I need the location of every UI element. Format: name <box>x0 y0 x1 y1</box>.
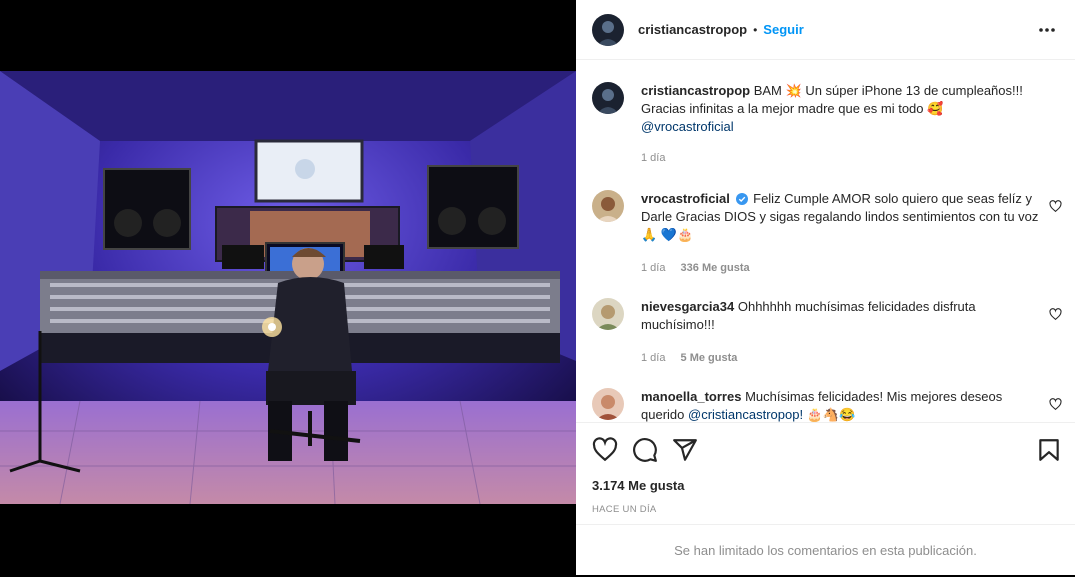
author-username[interactable]: cristiancastropop <box>638 22 747 37</box>
comment-mention[interactable]: @cristiancastropop! <box>688 407 803 422</box>
like-comment-icon[interactable] <box>1049 398 1062 411</box>
comment-emoji: 🙏 💙🎂 <box>641 227 694 242</box>
like-icon[interactable] <box>592 437 618 463</box>
caption-age: 1 día <box>641 152 666 164</box>
post-timestamp: HACE UN DÍA <box>592 504 657 515</box>
comment-icon[interactable] <box>632 437 658 463</box>
caption-meta: 1 día <box>641 152 677 164</box>
comment-meta: 1 día 5 Me gusta <box>641 352 749 364</box>
comment-avatar[interactable] <box>592 388 624 420</box>
post-side-panel: cristiancastropop • Seguir cristiancastr… <box>576 0 1075 575</box>
post-actions-bar <box>576 422 1075 480</box>
verified-badge-icon <box>735 193 748 205</box>
save-bookmark-icon[interactable] <box>1036 437 1062 463</box>
caption-mention[interactable]: @vrocastroficial <box>641 119 734 134</box>
comments-limited-notice: Se han limitado los comentarios en esta … <box>576 524 1075 575</box>
comment-username[interactable]: nievesgarcia34 <box>641 299 734 314</box>
author-avatar[interactable] <box>592 13 624 46</box>
caption-text-1: BAM <box>753 83 782 98</box>
comment-likes[interactable]: 336 Me gusta <box>681 262 750 274</box>
post-photo[interactable] <box>0 71 576 504</box>
like-comment-icon[interactable] <box>1049 308 1062 321</box>
comment-emoji: 🎂🐴😂 <box>806 407 856 422</box>
follow-button[interactable]: Seguir <box>763 22 803 37</box>
hot-face-emoji-icon: 🥰 <box>927 101 944 116</box>
comment-meta: 1 día 336 Me gusta <box>641 262 762 274</box>
more-options-icon[interactable] <box>1037 20 1057 40</box>
caption-text: cristiancastropop BAM 💥 Un súper iPhone … <box>641 82 1041 136</box>
comment-avatar[interactable] <box>592 190 624 222</box>
caption-avatar[interactable] <box>592 82 624 114</box>
post-header: cristiancastropop • Seguir <box>576 0 1075 60</box>
comments-list[interactable]: cristiancastropop BAM 💥 Un súper iPhone … <box>576 60 1075 422</box>
post-media-panel <box>0 0 576 575</box>
caption-username[interactable]: cristiancastropop <box>641 83 750 98</box>
collision-emoji-icon: 💥 <box>785 83 802 98</box>
comment-username[interactable]: manoella_torres <box>641 389 741 404</box>
header-separator: • <box>753 22 758 37</box>
comment-text: vrocastroficial Feliz Cumple AMOR solo q… <box>641 190 1041 244</box>
comment-avatar[interactable] <box>592 298 624 330</box>
comment-username[interactable]: vrocastroficial <box>641 191 730 206</box>
comment-text: manoella_torres Muchísimas felicidades! … <box>641 388 1041 422</box>
comment-age: 1 día <box>641 262 666 274</box>
share-icon[interactable] <box>672 437 698 463</box>
instagram-post-modal: cristiancastropop • Seguir cristiancastr… <box>0 0 1075 575</box>
comment-likes[interactable]: 5 Me gusta <box>681 352 738 364</box>
post-like-count[interactable]: 3.174 Me gusta <box>592 478 685 493</box>
comment-age: 1 día <box>641 352 666 364</box>
comment-text: nievesgarcia34 Ohhhhhh muchísimas felici… <box>641 298 1041 334</box>
like-comment-icon[interactable] <box>1049 200 1062 213</box>
